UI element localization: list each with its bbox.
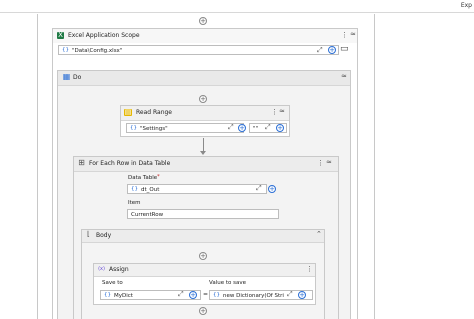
assign-card[interactable]: (x) Assign ⋮ Save to Value to save {} My… [93, 263, 316, 305]
connector-line [203, 138, 204, 152]
assign-icon: (x) [98, 266, 105, 272]
data-table-add-button[interactable]: + [268, 185, 276, 193]
item-label: Item [128, 200, 141, 206]
do-sequence-header[interactable]: ▦ Do ≈ [58, 71, 350, 86]
read-range-header[interactable]: ▤ Read Range ⋮ ≈ [121, 106, 289, 121]
save-to-label: Save to [102, 280, 123, 286]
sequence-icon: ▦ [62, 72, 71, 81]
sheet-name-value: "Settings" [140, 125, 168, 132]
assign-equals-sign: = [203, 291, 209, 298]
read-range-card[interactable]: ▤ Read Range ⋮ ≈ {} "Settings" ⤢ + "" ⤢ … [120, 105, 290, 137]
assign-title: Assign [109, 266, 129, 273]
assign-kebab-icon[interactable]: ⋮ [306, 265, 313, 273]
save-to-value: MyDict [114, 292, 133, 299]
range-value: "" [253, 125, 259, 132]
sheet-expand-icon[interactable]: ⤢ [228, 123, 234, 132]
body-bracket-icon: ⌊ [87, 230, 90, 238]
item-input[interactable]: CurrentRow [127, 209, 279, 219]
data-table-input[interactable]: {} dt_Out [127, 184, 267, 194]
add-activity-after-assign-plus-icon[interactable]: + [199, 307, 207, 315]
body-collapse-icon[interactable]: ⌃ [316, 230, 322, 238]
excel-scope-title: Excel Application Scope [68, 32, 140, 39]
sheet-add-button[interactable]: + [238, 124, 246, 132]
read-range-collapse-icon[interactable]: ≈ [279, 107, 285, 115]
connector-arrow-icon [200, 151, 206, 155]
add-activity-top-plus-icon[interactable]: + [199, 17, 207, 25]
excel-scope-header[interactable]: X Excel Application Scope ⋮ ≈ [53, 29, 357, 43]
workbook-path-input[interactable]: {} "Data\Config.xlsx" [58, 45, 339, 55]
for-each-kebab-icon[interactable]: ⋮ [317, 159, 324, 167]
excel-scope-kebab-icon[interactable]: ⋮ [341, 31, 348, 39]
range-expand-icon[interactable]: ⤢ [265, 123, 271, 132]
data-table-label: Data Table [128, 175, 158, 181]
save-to-add-button[interactable]: + [189, 291, 197, 299]
expression-icon: {} [213, 292, 220, 298]
expression-icon: {} [131, 186, 138, 192]
item-value: CurrentRow [131, 211, 164, 218]
folder-browse-icon[interactable]: ▭ [340, 44, 349, 54]
expression-icon: {} [62, 47, 69, 53]
add-activity-before-read-range-plus-icon[interactable]: + [199, 95, 207, 103]
value-expand-icon[interactable]: ⤢ [287, 290, 293, 299]
excel-icon: X [57, 31, 64, 39]
expression-icon: {} [130, 125, 137, 131]
body-title: Body [96, 232, 112, 239]
path-expand-icon[interactable]: ⤢ [317, 46, 323, 55]
for-each-header[interactable]: ⊞ For Each Row in Data Table ⋮ ≈ [74, 157, 338, 172]
sheet-name-input[interactable]: {} "Settings" [126, 123, 244, 133]
save-to-expand-icon[interactable]: ⤢ [178, 290, 184, 299]
save-to-input[interactable]: {} MyDict [100, 290, 201, 300]
top-toolbar: Exp [0, 0, 474, 13]
read-range-title: Read Range [136, 109, 172, 116]
add-activity-before-assign-plus-icon[interactable]: + [199, 252, 207, 260]
for-each-title: For Each Row in Data Table [89, 160, 171, 167]
data-table-expand-icon[interactable]: ⤢ [256, 184, 262, 193]
for-each-icon: ⊞ [78, 158, 85, 167]
range-add-button[interactable]: + [276, 124, 284, 132]
required-marker: * [157, 174, 160, 180]
read-range-kebab-icon[interactable]: ⋮ [271, 108, 278, 116]
value-add-button[interactable]: + [298, 291, 306, 299]
workbook-path-value: "Data\Config.xlsx" [72, 47, 123, 54]
excel-scope-collapse-icon[interactable]: ≈ [350, 30, 356, 38]
body-header[interactable]: ⌊ Body ⌃ [82, 230, 324, 243]
assign-header[interactable]: (x) Assign ⋮ [94, 264, 315, 277]
read-range-icon: ▤ [124, 108, 132, 116]
do-sequence-title: Do [73, 74, 82, 81]
top-right-label[interactable]: Exp [461, 2, 472, 9]
for-each-collapse-icon[interactable]: ≈ [326, 158, 332, 166]
expression-icon: {} [104, 292, 111, 298]
value-to-save-label: Value to save [209, 280, 246, 286]
canvas-right-divider [374, 14, 375, 319]
data-table-value: dt_Out [141, 186, 160, 193]
path-add-button[interactable]: + [328, 46, 336, 54]
value-to-save-value: new Dictionary(Of Stri [223, 292, 284, 299]
canvas-left-edge [37, 14, 38, 319]
do-sequence-collapse-icon[interactable]: ≈ [341, 72, 347, 80]
